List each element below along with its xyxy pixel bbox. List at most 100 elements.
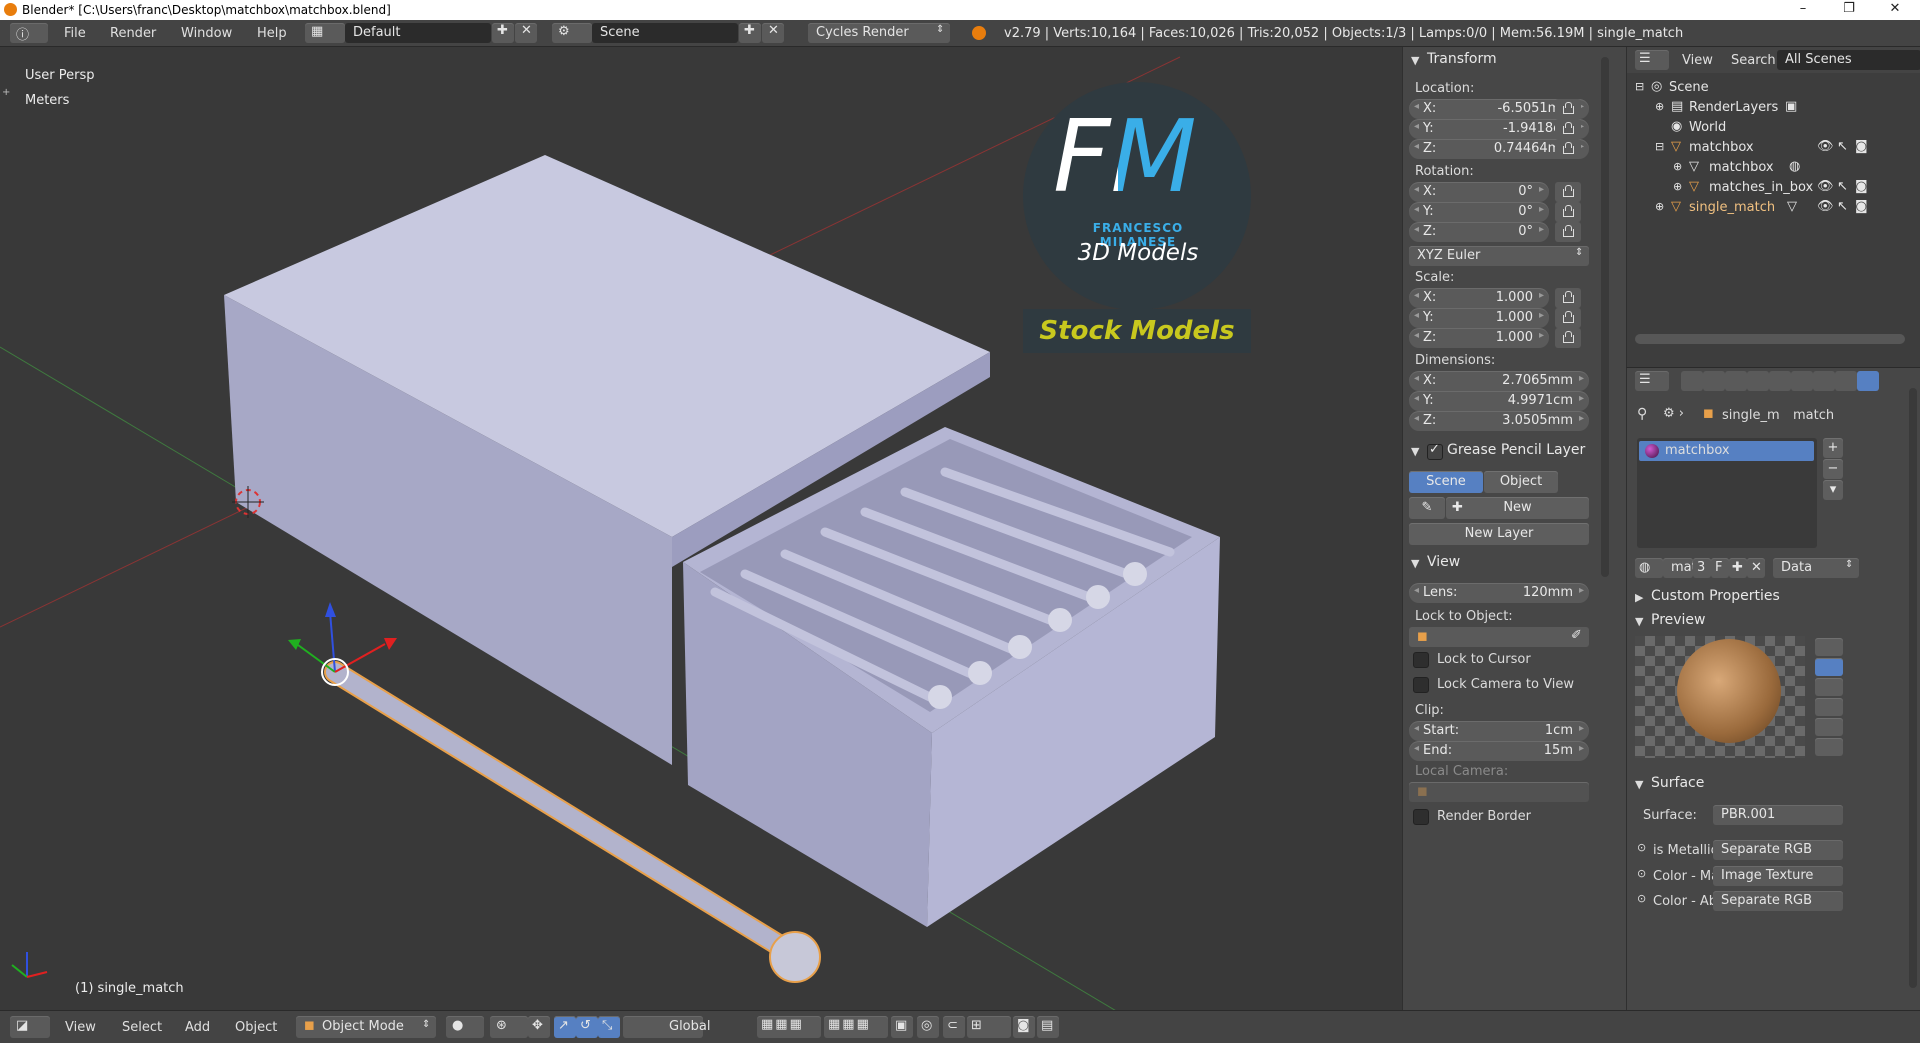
scene-layers-2[interactable]: ▦▦▦ — [824, 1016, 888, 1038]
scale-x-field[interactable]: ◂ X: 1.000 ▸ — [1409, 288, 1549, 308]
collapse-triangle-icon[interactable]: ▼ — [1411, 557, 1419, 570]
lock-object-field[interactable]: ◼ ✐ — [1409, 627, 1589, 647]
collapse-triangle-icon[interactable]: ▼ — [1635, 615, 1643, 628]
lock-rotation-y-icon[interactable] — [1555, 202, 1581, 222]
snap-element-dropdown[interactable]: ⊞ — [967, 1016, 1011, 1038]
outliner-row-matchbox-mesh[interactable]: ⊕ ▽ matchbox ◍ — [1627, 158, 1920, 178]
outliner-view-menu[interactable]: View — [1682, 53, 1713, 68]
menu-render[interactable]: Render — [110, 26, 156, 41]
clip-start-field[interactable]: ◂ Start: 1cm ▸ — [1409, 721, 1589, 741]
render-border-checkbox[interactable] — [1413, 809, 1429, 825]
outliner-row-matches-in-box[interactable]: ⊕ ▽ matches_in_box 👁 ↖ ◙ — [1627, 178, 1920, 198]
surface-panel-title[interactable]: Surface — [1651, 775, 1704, 791]
lock-scale-z-icon[interactable] — [1555, 328, 1581, 348]
outliner-search-menu[interactable]: Search — [1731, 53, 1776, 68]
layout-icon-button[interactable]: ▦ — [305, 23, 345, 43]
slot-specials-button[interactable]: ▾ — [1823, 480, 1843, 500]
add-layout-button[interactable]: ✚ — [492, 23, 514, 43]
opengl-render-button[interactable]: ◙ — [1013, 1016, 1035, 1038]
lock-scale-x-icon[interactable] — [1555, 288, 1581, 308]
orientation-dropdown[interactable]: Global — [623, 1016, 710, 1038]
fake-user-button[interactable]: F — [1711, 558, 1729, 578]
outliner-row-renderlayers[interactable]: ⊕ ▤ RenderLayers ▣ — [1627, 98, 1920, 118]
outliner-row-scene[interactable]: ⊟ ◎ Scene — [1627, 78, 1920, 98]
proportional-edit-button[interactable]: ◎ — [917, 1016, 939, 1038]
material-users-count[interactable]: 3 — [1693, 558, 1711, 578]
delete-scene-button[interactable]: ✕ — [762, 23, 784, 43]
dimensions-z-field[interactable]: ◂ Z: 3.0505mm ▸ — [1409, 411, 1589, 431]
material-slot-list[interactable]: matchbox — [1637, 438, 1817, 548]
expand-triangle-icon[interactable]: ▶ — [1635, 591, 1643, 604]
view-panel-title[interactable]: View — [1427, 554, 1460, 570]
preview-monkey-button[interactable] — [1815, 698, 1843, 716]
npanel-scrollbar[interactable] — [1601, 57, 1609, 577]
3d-viewport[interactable]: User Persp Meters (1) single_match + FM … — [0, 47, 1402, 1010]
outliner-row-single-match[interactable]: ⊕ ▽ single_match ▽ 👁 ↖ ◙ — [1627, 198, 1920, 218]
scene-layers-1[interactable]: ▦▦▦ — [757, 1016, 821, 1038]
material-link-dropdown[interactable]: Data ⇕ — [1773, 558, 1859, 578]
material-slot-item[interactable]: matchbox — [1639, 441, 1814, 461]
dimensions-x-field[interactable]: ◂ X: 2.7065mm ▸ — [1409, 371, 1589, 391]
add-scene-button[interactable]: ✚ — [739, 23, 761, 43]
maximize-button[interactable]: ❐ — [1826, 0, 1872, 20]
grease-scene-tab[interactable]: Scene — [1409, 471, 1483, 493]
rotation-y-field[interactable]: ◂ Y: 0° ▸ — [1409, 202, 1549, 222]
toolshelf-toggle-icon[interactable]: + — [2, 87, 10, 98]
editor-type-button[interactable]: ⓘ — [10, 23, 48, 43]
menu-help[interactable]: Help — [257, 26, 287, 41]
render-layers-tab-icon[interactable] — [1703, 371, 1725, 391]
properties-editor-type-button[interactable]: ☰ — [1635, 371, 1669, 391]
local-camera-field[interactable]: ◼ — [1409, 782, 1589, 802]
outliner-row-matchbox[interactable]: ⊟ ▽ matchbox 👁 ↖ ◙ — [1627, 138, 1920, 158]
lock-to-cursor-checkbox[interactable] — [1413, 652, 1429, 668]
lock-location-x-icon[interactable] — [1555, 99, 1581, 119]
scene-tab-icon[interactable] — [1725, 371, 1747, 391]
input-expand-icon[interactable]: ⊙ — [1637, 867, 1646, 880]
input-expand-icon[interactable]: ⊙ — [1637, 892, 1646, 905]
mode-dropdown[interactable]: ◼ Object Mode ⇕ — [296, 1016, 436, 1038]
unlink-material-button[interactable]: ✕ — [1747, 558, 1765, 578]
lock-rotation-x-icon[interactable] — [1555, 182, 1581, 202]
transform-panel-title[interactable]: Transform — [1427, 51, 1497, 67]
grease-pencil-checkbox[interactable]: ✓ — [1427, 442, 1443, 460]
preview-sphere-button[interactable] — [1815, 658, 1843, 676]
outliner-scrollbar[interactable] — [1635, 334, 1905, 344]
grease-new-button[interactable]: ✚ New — [1446, 497, 1589, 519]
constraints-tab-icon[interactable] — [1791, 371, 1813, 391]
surface-shader-field[interactable]: PBR.001 — [1713, 805, 1843, 825]
scale-manipulator[interactable]: ⤡ — [598, 1016, 620, 1038]
scale-y-field[interactable]: ◂ Y: 1.000 ▸ — [1409, 308, 1549, 328]
input-node-color-ab[interactable]: Separate RGB — [1713, 891, 1843, 911]
menu-object[interactable]: Object — [235, 1020, 277, 1035]
render-layer-button[interactable]: ▣ — [891, 1016, 913, 1038]
scene-field[interactable]: Scene — [592, 23, 738, 43]
grease-object-tab[interactable]: Object — [1484, 471, 1558, 493]
remove-slot-button[interactable]: − — [1823, 459, 1843, 479]
lock-scale-y-icon[interactable] — [1555, 308, 1581, 328]
opengl-animation-button[interactable]: ▤ — [1037, 1016, 1059, 1038]
properties-scrollbar[interactable] — [1909, 388, 1917, 988]
lock-camera-checkbox[interactable] — [1413, 677, 1429, 693]
input-expand-icon[interactable]: ⊙ — [1637, 841, 1646, 854]
dimensions-y-field[interactable]: ◂ Y: 4.9971cm ▸ — [1409, 391, 1589, 411]
minimize-button[interactable]: – — [1780, 0, 1826, 20]
manipulator-toggle[interactable]: ✥ — [528, 1016, 550, 1038]
translate-manipulator[interactable]: ↗ — [554, 1016, 576, 1038]
custom-properties-panel[interactable]: Custom Properties — [1651, 588, 1780, 604]
pivot-dropdown[interactable]: ⊛ — [490, 1016, 528, 1038]
preview-panel-title[interactable]: Preview — [1651, 612, 1706, 628]
menu-file[interactable]: File — [64, 26, 86, 41]
input-node-metallic[interactable]: Separate RGB — [1713, 840, 1843, 860]
collapse-triangle-icon[interactable]: ▼ — [1411, 54, 1419, 67]
object-tab-icon[interactable] — [1769, 371, 1791, 391]
outliner-display-mode-dropdown[interactable]: All Scenes — [1777, 50, 1920, 70]
snap-toggle[interactable]: ⊂ — [943, 1016, 965, 1038]
collapse-triangle-icon[interactable]: ▼ — [1635, 778, 1643, 791]
scene-icon-button[interactable]: ⚙ — [552, 23, 592, 43]
rotation-x-field[interactable]: ◂ X: 0° ▸ — [1409, 182, 1549, 202]
preview-sky-button[interactable] — [1815, 738, 1843, 756]
menu-add[interactable]: Add — [185, 1020, 210, 1035]
rotate-manipulator[interactable]: ↺ — [576, 1016, 598, 1038]
lens-field[interactable]: ◂ Lens: 120mm ▸ — [1409, 583, 1589, 603]
shading-dropdown[interactable]: ● — [446, 1016, 484, 1038]
